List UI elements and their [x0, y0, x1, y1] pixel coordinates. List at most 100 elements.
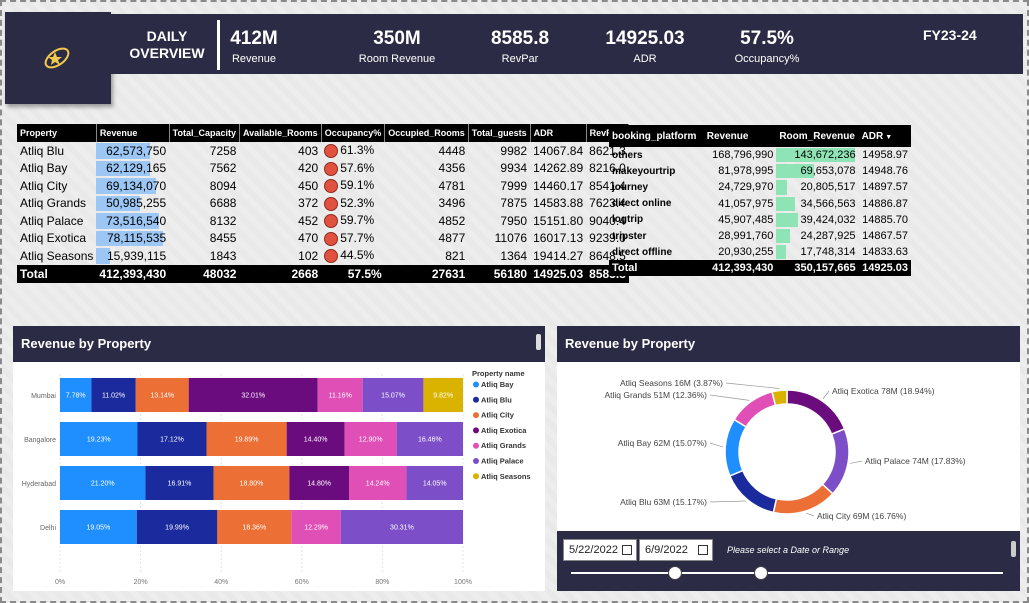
slice-label: Atliq Blu 63M (15.17%) [620, 497, 707, 507]
capacity-cell: 8455 [209, 231, 237, 246]
total-available: 2668 [239, 264, 322, 283]
header-title-line2: OVERVIEW [129, 45, 205, 61]
col-header[interactable]: Total_guests [468, 124, 531, 142]
adr-cell: 16017.13 [533, 231, 584, 246]
guests-cell: 7875 [500, 196, 528, 211]
total-revenue: 412,393,430 [96, 264, 170, 283]
legend-item[interactable]: Atliq Palace [481, 457, 524, 466]
revenue-value: 78,115,535 [106, 231, 167, 246]
table-row[interactable]: tripster 28,991,760 24,287,925 14867.57 [609, 228, 911, 244]
col-header-sorted[interactable]: ADR ▼ [858, 125, 911, 147]
legend-swatch[interactable] [473, 412, 479, 419]
legend-swatch[interactable] [473, 458, 479, 464]
platform-name: tripster [612, 230, 647, 242]
legend-swatch[interactable] [473, 442, 479, 449]
data-label: 19.99% [165, 525, 189, 532]
table-row[interactable]: Atliq Bay 62,129,165 7562 420 57.6% 4356 9934 1… [17, 160, 629, 178]
slice-label: Atliq City 69M (16.76%) [817, 511, 906, 521]
legend-item[interactable]: Atliq Seasons [481, 472, 531, 481]
table-row[interactable]: others 168,796,990 143,672,236 14958.97 [609, 147, 911, 163]
col-header[interactable]: Revenue [96, 124, 170, 142]
occupied-rooms-cell: 4852 [438, 213, 466, 228]
revenue-cell: 62,129,165 [96, 160, 169, 178]
data-label: 14.80% [307, 481, 331, 488]
legend-item[interactable]: Atliq Blu [481, 395, 512, 404]
fiscal-year-label: FY23-24 [923, 27, 977, 43]
panel-title: Revenue by Property [557, 326, 1020, 362]
data-label: 16.91% [168, 481, 192, 488]
donut-slice[interactable] [728, 469, 778, 514]
col-header[interactable]: Room_Revenue [776, 125, 859, 147]
room-revenue-data-bar [776, 228, 790, 244]
col-header[interactable]: Revenue [703, 125, 777, 147]
legend-swatch[interactable] [473, 427, 479, 434]
table-row[interactable]: Atliq Palace 73,516,540 8132 452 59.7% 4852 79… [17, 212, 629, 230]
table-row[interactable]: logtrip 45,907,485 39,424,032 14885.70 [609, 212, 911, 228]
room-revenue-cell: 69,653,078 [776, 163, 858, 179]
comet-logo-icon [44, 47, 70, 69]
occupancy-value: 57.6% [340, 160, 375, 175]
status-dot-icon [324, 231, 339, 246]
occupied-rooms-cell: 4877 [438, 231, 466, 246]
col-header[interactable]: Total_Capacity [169, 124, 240, 142]
property-table: Property Revenue Total_Capacity Availabl… [17, 124, 630, 283]
col-header[interactable]: Property [17, 124, 97, 142]
table-row[interactable]: direct online 41,057,975 34,566,563 14886.8… [609, 196, 911, 212]
legend-item[interactable]: Atliq City [481, 411, 515, 420]
x-tick-label: 40% [214, 579, 228, 586]
room-revenue-value: 69,653,078 [800, 165, 856, 178]
platform-name: journey [612, 181, 649, 193]
legend-item[interactable]: Atliq Grands [481, 441, 526, 450]
donut-slice[interactable] [821, 427, 850, 495]
donut-slice[interactable] [724, 418, 748, 477]
revenue-cell: 81,978,995 [718, 165, 774, 178]
legend-swatch[interactable] [473, 381, 479, 388]
slice-label: Atliq Exotica 78M (18.94%) [832, 386, 935, 396]
col-header[interactable]: ADR [530, 124, 587, 142]
date-range-filter: 5/22/2022 6/9/2022 Please select a Date … [557, 531, 1020, 591]
panel-scroll-handle[interactable] [536, 334, 541, 350]
table-row[interactable]: direct offline 20,930,255 17,748,314 14833.… [609, 244, 911, 260]
occupancy-cell: 57.6% [321, 160, 385, 178]
header-divider [217, 20, 220, 70]
property-name: Atliq Grands [20, 196, 87, 211]
table-row[interactable]: journey 24,729,970 20,805,517 14897.57 [609, 179, 911, 195]
date-slider-end-handle[interactable] [754, 566, 769, 580]
col-header[interactable]: Occupied_Rooms [384, 124, 469, 142]
room-revenue-cell: 39,424,032 [776, 212, 858, 228]
start-date-input[interactable]: 5/22/2022 [563, 539, 637, 561]
table-row[interactable]: makeyourtrip 81,978,995 69,653,078 14948.76 [609, 163, 911, 179]
table-row[interactable]: Atliq Seasons 15,939,115 1843 102 44.5% 821 13… [17, 247, 629, 265]
table-row[interactable]: Atliq Grands 50,985,255 6688 372 52.3% 3496 78… [17, 195, 629, 213]
donut-slice[interactable] [733, 390, 777, 428]
revenue-by-property-bar-panel: Revenue by Property 0% 20% 40% 60% 80% 100% Mu… [13, 326, 545, 591]
revenue-cell: 28,991,760 [718, 230, 774, 243]
donut-slice[interactable] [772, 483, 834, 515]
occupancy-cell: 44.5% [321, 247, 385, 265]
revenue-cell: 78,115,535 [96, 230, 169, 248]
table-row[interactable]: Atliq Blu 62,573,750 7258 403 61.3% 4448 9982 1… [17, 142, 629, 160]
table-row[interactable]: Atliq City 69,134,070 8094 450 59.1% 4781 7999… [17, 177, 629, 195]
legend-swatch[interactable] [473, 473, 479, 480]
col-header[interactable]: booking_platform [609, 125, 704, 147]
col-header[interactable]: Available_Rooms [239, 124, 322, 142]
col-header[interactable]: Occupancy% [321, 124, 386, 142]
donut-slice[interactable] [786, 389, 846, 436]
total-adr: 14925.03 [858, 260, 911, 277]
adr-cell: 14958.97 [862, 149, 908, 162]
table-row[interactable]: Atliq Exotica 78,115,535 8455 470 57.7% 4877 1… [17, 230, 629, 248]
calendar-icon[interactable] [698, 545, 708, 555]
legend-swatch[interactable] [473, 396, 479, 403]
col-header-label: ADR [861, 130, 884, 142]
end-date-input[interactable]: 6/9/2022 [639, 539, 713, 561]
date-slider-track[interactable] [571, 572, 1003, 574]
filter-scroll-handle[interactable] [1011, 541, 1016, 557]
legend-item[interactable]: Atliq Bay [481, 380, 514, 389]
calendar-icon[interactable] [622, 545, 632, 555]
platform-name: logtrip [612, 214, 644, 226]
legend-item[interactable]: Atliq Exotica [481, 426, 527, 435]
platform-name: direct offline [612, 246, 673, 258]
date-hint-text: Please select a Date or Range [727, 545, 850, 555]
donut-slice[interactable] [771, 389, 788, 407]
date-slider-start-handle[interactable] [667, 566, 682, 580]
